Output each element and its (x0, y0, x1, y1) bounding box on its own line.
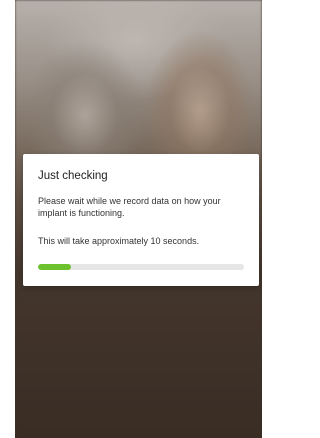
progress-bar (38, 264, 244, 270)
dialog-duration-note: This will take approximately 10 seconds. (38, 236, 200, 246)
app-screen: Just checking Please wait while we recor… (15, 0, 262, 438)
progress-bar-fill (38, 264, 71, 270)
dialog-title: Just checking (38, 170, 108, 182)
dialog-message: Please wait while we record data on how … (38, 196, 221, 218)
checking-dialog: Just checking Please wait while we recor… (23, 154, 259, 286)
